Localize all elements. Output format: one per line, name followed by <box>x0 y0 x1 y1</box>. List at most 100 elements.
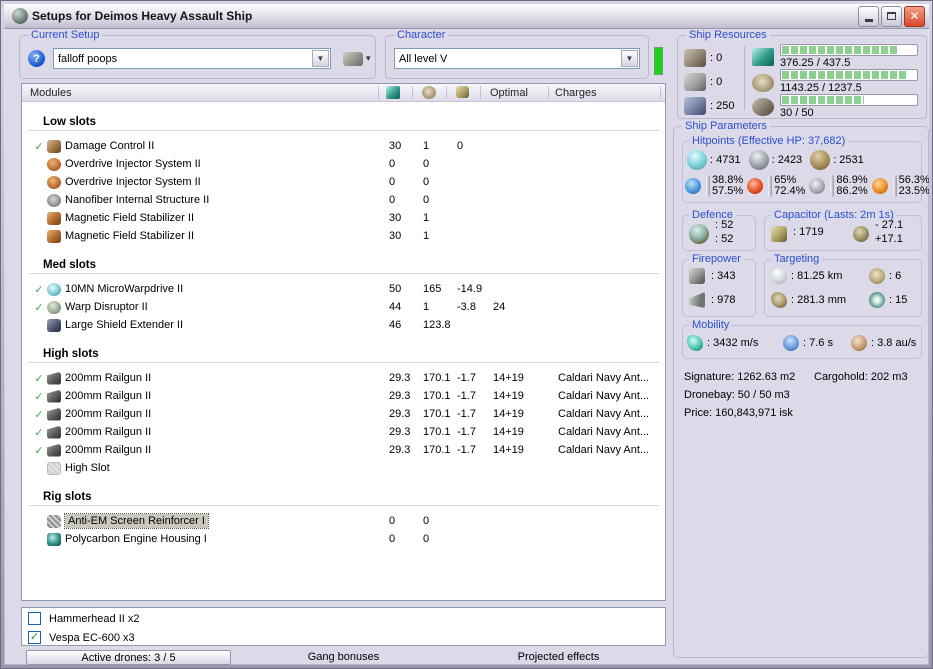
mobility-group: Mobility : 3432 m/s : 7.6 s : 3.8 au/s <box>682 319 922 359</box>
character-select[interactable]: All level V ▼ <box>394 48 640 69</box>
speed-icon <box>687 335 703 351</box>
character-select-value: All level V <box>399 52 448 65</box>
module-row[interactable]: Nanofiber Internal Structure II 0 0 <box>25 191 665 209</box>
section-high-slots: High slots <box>43 348 99 360</box>
cpu-bar <box>780 44 918 56</box>
thermal-resist-armor: 72.4% <box>774 185 806 197</box>
module-name: 200mm Railgun II <box>65 372 152 384</box>
powergrid-column-icon <box>422 86 436 99</box>
setup-select[interactable]: falloff poops ▼ <box>53 48 331 69</box>
powergrid-text: 1143.25 / 1237.5 <box>780 82 862 94</box>
module-row[interactable]: ✓ 200mm Railgun II 29.3 170.1 -1.7 14+19 Calda… <box>25 387 665 405</box>
module-row[interactable]: Polycarbon Engine Housing I00 <box>25 530 665 548</box>
minimize-button[interactable] <box>858 5 879 27</box>
ship-resources-label: Ship Resources <box>686 29 770 41</box>
module-row[interactable]: ✓ Warp Disruptor II 44 1 -3.8 24 <box>25 298 665 316</box>
empty-highslot-icon <box>47 461 61 475</box>
module-row[interactable]: Magnetic Field Stabilizer II 30 1 <box>25 209 665 227</box>
kinetic-resist-armor: 86.2% <box>836 185 868 197</box>
module-row[interactable]: Overdrive Injector System II 0 0 <box>25 155 665 173</box>
title-bar[interactable]: Setups for Deimos Heavy Assault Ship ✕ <box>4 4 929 29</box>
module-name: Warp Disruptor II <box>65 301 148 313</box>
modules-list[interactable]: Modules Optimal Charges Low slots ✓ Damag… <box>21 83 666 601</box>
character-dropdown-button[interactable]: ▼ <box>621 50 638 67</box>
module-name: Large Shield Extender II <box>65 319 184 331</box>
dronebay-stat: Dronebay: 50 / 50 m3 <box>684 389 790 401</box>
module-name: Damage Control II <box>65 140 155 152</box>
active-check[interactable]: ✓ <box>31 426 47 439</box>
module-row-selected[interactable]: Anti-EM Screen Reinforcer I00 <box>25 512 665 530</box>
module-row[interactable]: ✓ Damage Control II 30 1 0 <box>25 137 665 155</box>
bottom-bar: Active drones: 3 / 5 Gang bonuses Projec… <box>21 649 666 665</box>
active-check[interactable]: ✓ <box>31 283 47 296</box>
ship-parameters-label: Ship Parameters <box>682 120 770 132</box>
projected-effects-button[interactable]: Projected effects <box>451 651 666 663</box>
warp-speed-icon <box>851 335 867 351</box>
module-name: Polycarbon Engine Housing I <box>65 533 207 545</box>
module-row[interactable]: ✓ 200mm Railgun II 29.3 170.1 -1.7 14+19 Calda… <box>25 369 665 387</box>
active-check[interactable]: ✓ <box>31 140 47 153</box>
app-window: Setups for Deimos Heavy Assault Ship ✕ C… <box>0 0 933 669</box>
defence-icon <box>689 224 709 244</box>
module-row[interactable]: ✓ 10MN MicroWarpdrive II 50 165 -14.9 <box>25 280 665 298</box>
setup-tools-caret-icon[interactable]: ▾ <box>366 53 371 64</box>
setup-tools-icon[interactable] <box>343 51 363 66</box>
active-check[interactable]: ✓ <box>31 444 47 457</box>
powergrid-icon <box>752 74 774 92</box>
module-row[interactable]: ✓ 200mm Railgun II 29.3 170.1 -1.7 14+19 Calda… <box>25 405 665 423</box>
drone-checkbox[interactable]: ✓ <box>28 631 41 644</box>
drone-row[interactable]: ✓ Vespa EC-600 x3 <box>28 629 665 646</box>
targeting-label: Targeting <box>771 253 823 265</box>
module-name: Magnetic Field Stabilizer II <box>65 212 194 224</box>
gang-bonuses-button[interactable]: Gang bonuses <box>236 651 451 663</box>
module-name: 200mm Railgun II <box>65 444 152 456</box>
module-row[interactable]: ✓ 200mm Railgun II 29.3 170.1 -1.7 14+19 Calda… <box>25 423 665 441</box>
modules-header: Modules Optimal Charges <box>22 84 665 102</box>
active-check[interactable]: ✓ <box>31 408 47 421</box>
window-title: Setups for Deimos Heavy Assault Ship <box>32 9 253 23</box>
module-name: Overdrive Injector System II <box>65 158 201 170</box>
overdrive-injector-icon <box>47 175 61 189</box>
drone-row[interactable]: Hammerhead II x2 <box>28 610 665 627</box>
active-check[interactable]: ✓ <box>31 390 47 403</box>
active-check[interactable]: ✓ <box>31 301 47 314</box>
firepower-label: Firepower <box>689 253 744 265</box>
module-name: 10MN MicroWarpdrive II <box>65 283 184 295</box>
drone-checkbox[interactable] <box>28 612 41 625</box>
active-check[interactable]: ✓ <box>31 372 47 385</box>
anti-em-rig-icon <box>47 514 61 528</box>
targeting-range-icon <box>771 268 787 284</box>
explosive-resist-icon <box>871 178 888 194</box>
drone-label: Vespa EC-600 x3 <box>49 631 135 644</box>
launcher-slots-value: : 0 <box>710 76 723 88</box>
sensor-strength: : 15 <box>889 294 908 306</box>
cpu-column-icon <box>386 86 400 99</box>
module-row[interactable]: Magnetic Field Stabilizer II 30 1 <box>25 227 665 245</box>
module-row[interactable]: ✓ 200mm Railgun II 29.3 170.1 -1.7 14+19 Calda… <box>25 441 665 459</box>
cargohold-stat: Cargohold: 202 m3 <box>814 371 908 383</box>
dps-value: : 978 <box>711 294 736 306</box>
module-row[interactable]: Large Shield Extender II 46 123.8 <box>25 316 665 334</box>
module-row[interactable]: Overdrive Injector System II 0 0 <box>25 173 665 191</box>
module-row-empty[interactable]: High Slot <box>25 459 665 477</box>
active-drones-button[interactable]: Active drones: 3 / 5 <box>26 649 231 665</box>
module-name: Overdrive Injector System II <box>65 176 201 188</box>
close-button[interactable]: ✕ <box>904 5 925 27</box>
module-name: High Slot <box>65 462 110 474</box>
capacitor-recharge: +17.1 <box>875 233 903 245</box>
module-name: Magnetic Field Stabilizer II <box>65 230 194 242</box>
em-resist-icon <box>685 178 701 194</box>
hitpoints-group: Hitpoints (Effective HP: 37,682) : 4731 … <box>682 135 930 203</box>
setup-dropdown-button[interactable]: ▼ <box>312 50 329 67</box>
shield-hp-icon <box>687 150 707 170</box>
cpu-icon <box>752 48 774 66</box>
window-body: Current Setup ? falloff poops ▼ ▾ Charac… <box>5 29 930 665</box>
optimal-column-header: Optimal <box>490 86 528 99</box>
maximize-button[interactable] <box>881 5 902 27</box>
capacitor-column-icon <box>456 86 469 98</box>
help-icon[interactable]: ? <box>28 50 45 67</box>
calibration-icon <box>684 97 706 115</box>
drones-list[interactable]: Hammerhead II x2 ✓ Vespa EC-600 x3 <box>21 607 666 646</box>
app-icon <box>12 8 28 24</box>
em-resist-armor: 57.5% <box>712 185 744 197</box>
